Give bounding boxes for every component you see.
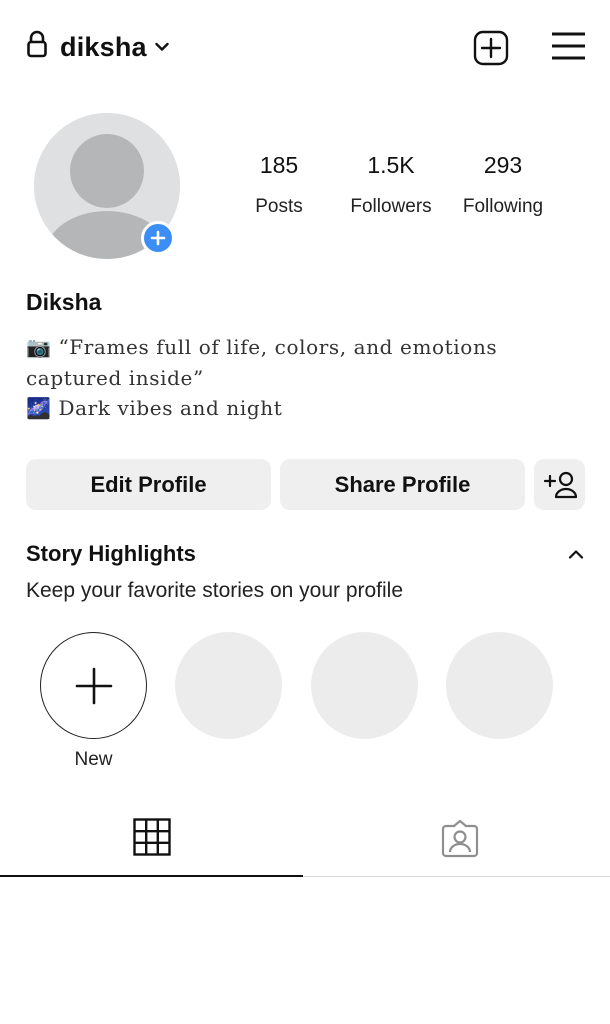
bio-line: 📷 “Frames full of life, colors, and emot… (26, 335, 498, 359)
following-count: 293 (483, 152, 523, 178)
profile-tabs (0, 800, 610, 878)
posts-count: 185 (259, 152, 299, 178)
chevron-down-icon (155, 42, 169, 51)
hamburger-menu-icon[interactable] (551, 31, 586, 61)
story-highlights-title: Story Highlights (26, 541, 196, 566)
username: diksha (60, 31, 147, 62)
stat-posts[interactable]: 185 Posts (224, 150, 334, 220)
grid-icon[interactable] (133, 818, 171, 856)
account-switcher[interactable]: diksha (60, 30, 169, 64)
active-tab-indicator (0, 875, 303, 877)
highlight-placeholder (175, 632, 282, 739)
new-highlight-label: New (74, 749, 113, 770)
plus-icon (75, 667, 112, 704)
add-person-icon (543, 471, 577, 498)
chevron-up-icon[interactable] (568, 548, 584, 560)
plus-badge-icon (150, 230, 166, 246)
lock-icon (27, 30, 47, 58)
stat-following[interactable]: 293 Following (448, 150, 558, 220)
new-highlight-button[interactable] (40, 632, 147, 739)
tagged-icon[interactable] (440, 818, 480, 858)
story-highlights-subtitle: Keep your favorite stories on your profi… (26, 579, 404, 602)
add-story-button[interactable] (141, 221, 175, 255)
bio: 📷 “Frames full of life, colors, and emot… (26, 332, 586, 424)
highlight-placeholder (311, 632, 418, 739)
bio-line: captured inside” (26, 365, 204, 390)
discover-people-button[interactable] (534, 459, 585, 510)
edit-profile-button[interactable]: Edit Profile (26, 459, 271, 510)
top-bar: diksha (0, 0, 610, 96)
stat-followers[interactable]: 1.5K Followers (336, 150, 446, 220)
posts-label: Posts (255, 196, 303, 217)
followers-label: Followers (350, 196, 432, 217)
bio-line: 🌌 Dark vibes and night (26, 396, 283, 420)
share-profile-button[interactable]: Share Profile (280, 459, 525, 510)
display-name: Diksha (26, 289, 102, 315)
followers-count: 1.5K (367, 152, 415, 178)
following-label: Following (462, 196, 544, 217)
create-post-icon[interactable] (473, 30, 509, 66)
highlight-placeholder (446, 632, 553, 739)
